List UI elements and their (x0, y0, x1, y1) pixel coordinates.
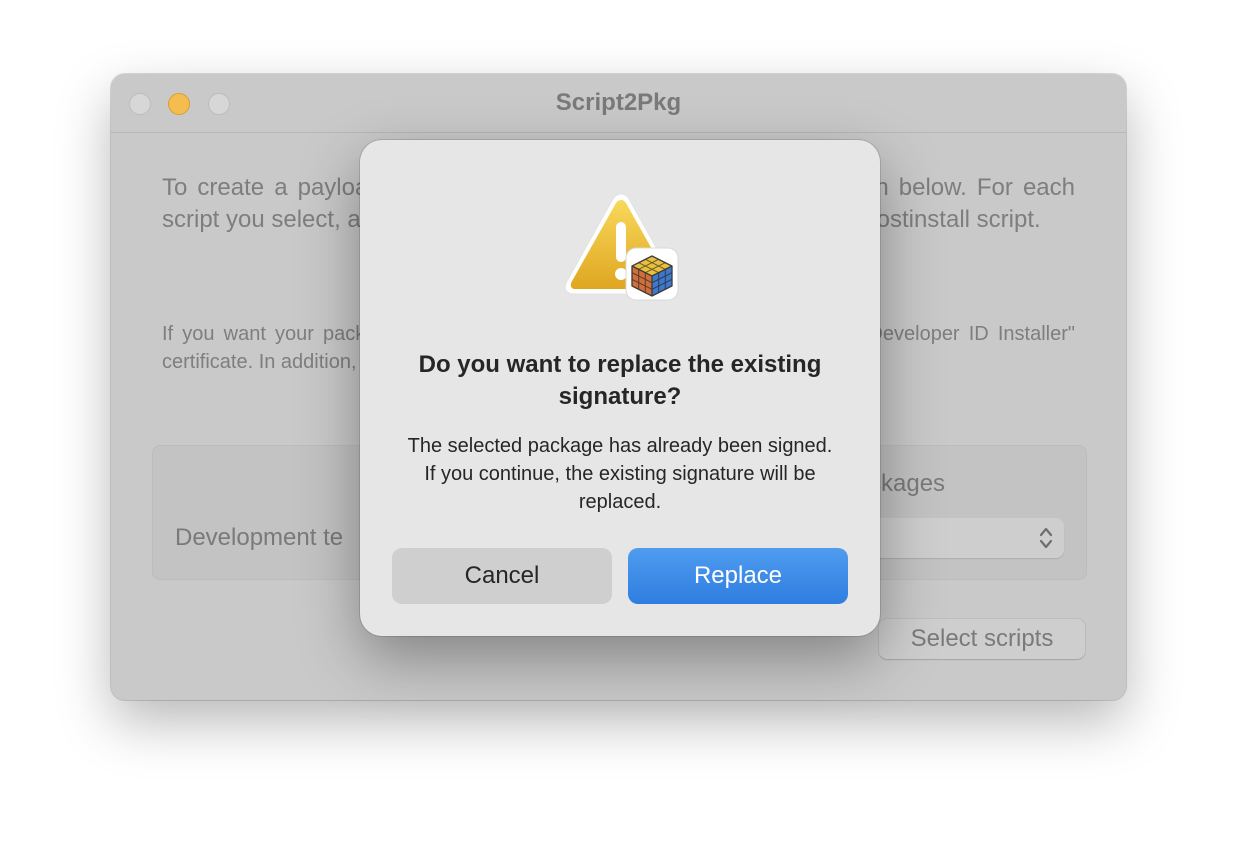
warning-icon (564, 193, 679, 301)
cancel-button[interactable]: Cancel (392, 548, 612, 604)
certificate-popup[interactable] (858, 518, 1064, 558)
replace-signature-dialog: Do you want to replace the existing sign… (360, 140, 880, 636)
select-scripts-button[interactable]: Select scripts (879, 619, 1085, 659)
title-bar: Script2Pkg (111, 74, 1126, 133)
dialog-title: Do you want to replace the existing sign… (418, 351, 822, 410)
development-team-label: Development te (175, 524, 344, 551)
dialog-message: The selected package has already been si… (407, 435, 833, 513)
package-cube-icon (625, 247, 679, 301)
sign-packages-label: ckages (869, 470, 946, 497)
chevron-updown-icon (1039, 527, 1053, 549)
replace-button[interactable]: Replace (628, 548, 848, 604)
window-title: Script2Pkg (555, 89, 682, 116)
